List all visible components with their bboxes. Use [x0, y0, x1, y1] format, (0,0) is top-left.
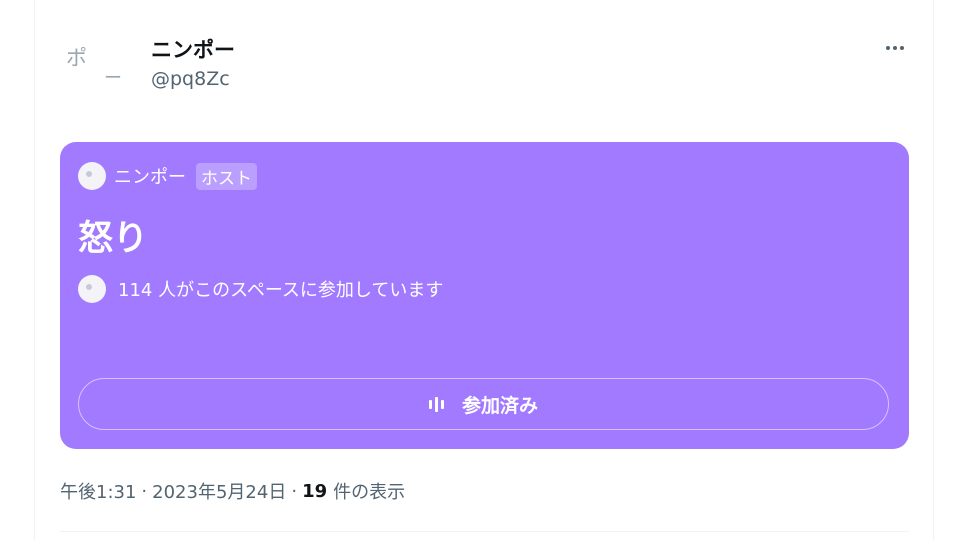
host-badge: ホスト — [196, 162, 257, 190]
audio-bars-icon — [428, 396, 444, 412]
tweet-date[interactable]: 2023年5月24日 — [152, 478, 286, 504]
listeners-count-text: 114 人がこのスペースに参加しています — [118, 280, 444, 301]
listener-avatar — [78, 275, 106, 303]
meta-separator: · — [141, 480, 148, 502]
space-title: 怒り — [78, 219, 149, 259]
more-horizontal-icon — [900, 46, 904, 50]
author-handle[interactable]: @pq8Zc — [151, 68, 230, 90]
tweet-bottom-divider — [60, 531, 909, 532]
host-avatar[interactable] — [78, 162, 106, 190]
more-options-button[interactable] — [878, 34, 912, 62]
tweet-time[interactable]: 午後1:31 — [60, 478, 136, 504]
timeline-right-border — [933, 0, 934, 540]
more-horizontal-icon — [886, 46, 890, 50]
joined-space-button[interactable]: 参加済み — [78, 378, 889, 430]
space-listeners-row: 114 人がこのスペースに参加しています — [78, 275, 443, 303]
timeline-left-border — [34, 0, 35, 540]
avatar-glyph-dash: ー — [104, 68, 122, 89]
views-count: 19 — [302, 480, 328, 502]
meta-separator: · — [291, 480, 298, 502]
more-horizontal-icon — [893, 46, 897, 50]
host-name: ニンポー — [114, 167, 186, 188]
joined-button-label: 参加済み — [461, 394, 538, 417]
views-label: 件の表示 — [333, 482, 406, 503]
author-avatar[interactable]: ポ ー — [60, 32, 132, 104]
space-host-row: ニンポー ホスト — [78, 162, 257, 190]
author-display-name[interactable]: ニンポー — [151, 34, 235, 64]
avatar-glyph-po: ポ — [66, 46, 87, 70]
tweet-meta-row: 午後1:31 · 2023年5月24日 · 19 件の表示 — [60, 478, 405, 504]
space-card[interactable]: ニンポー ホスト 怒り 114 人がこのスペースに参加しています 参加済み — [60, 142, 909, 449]
